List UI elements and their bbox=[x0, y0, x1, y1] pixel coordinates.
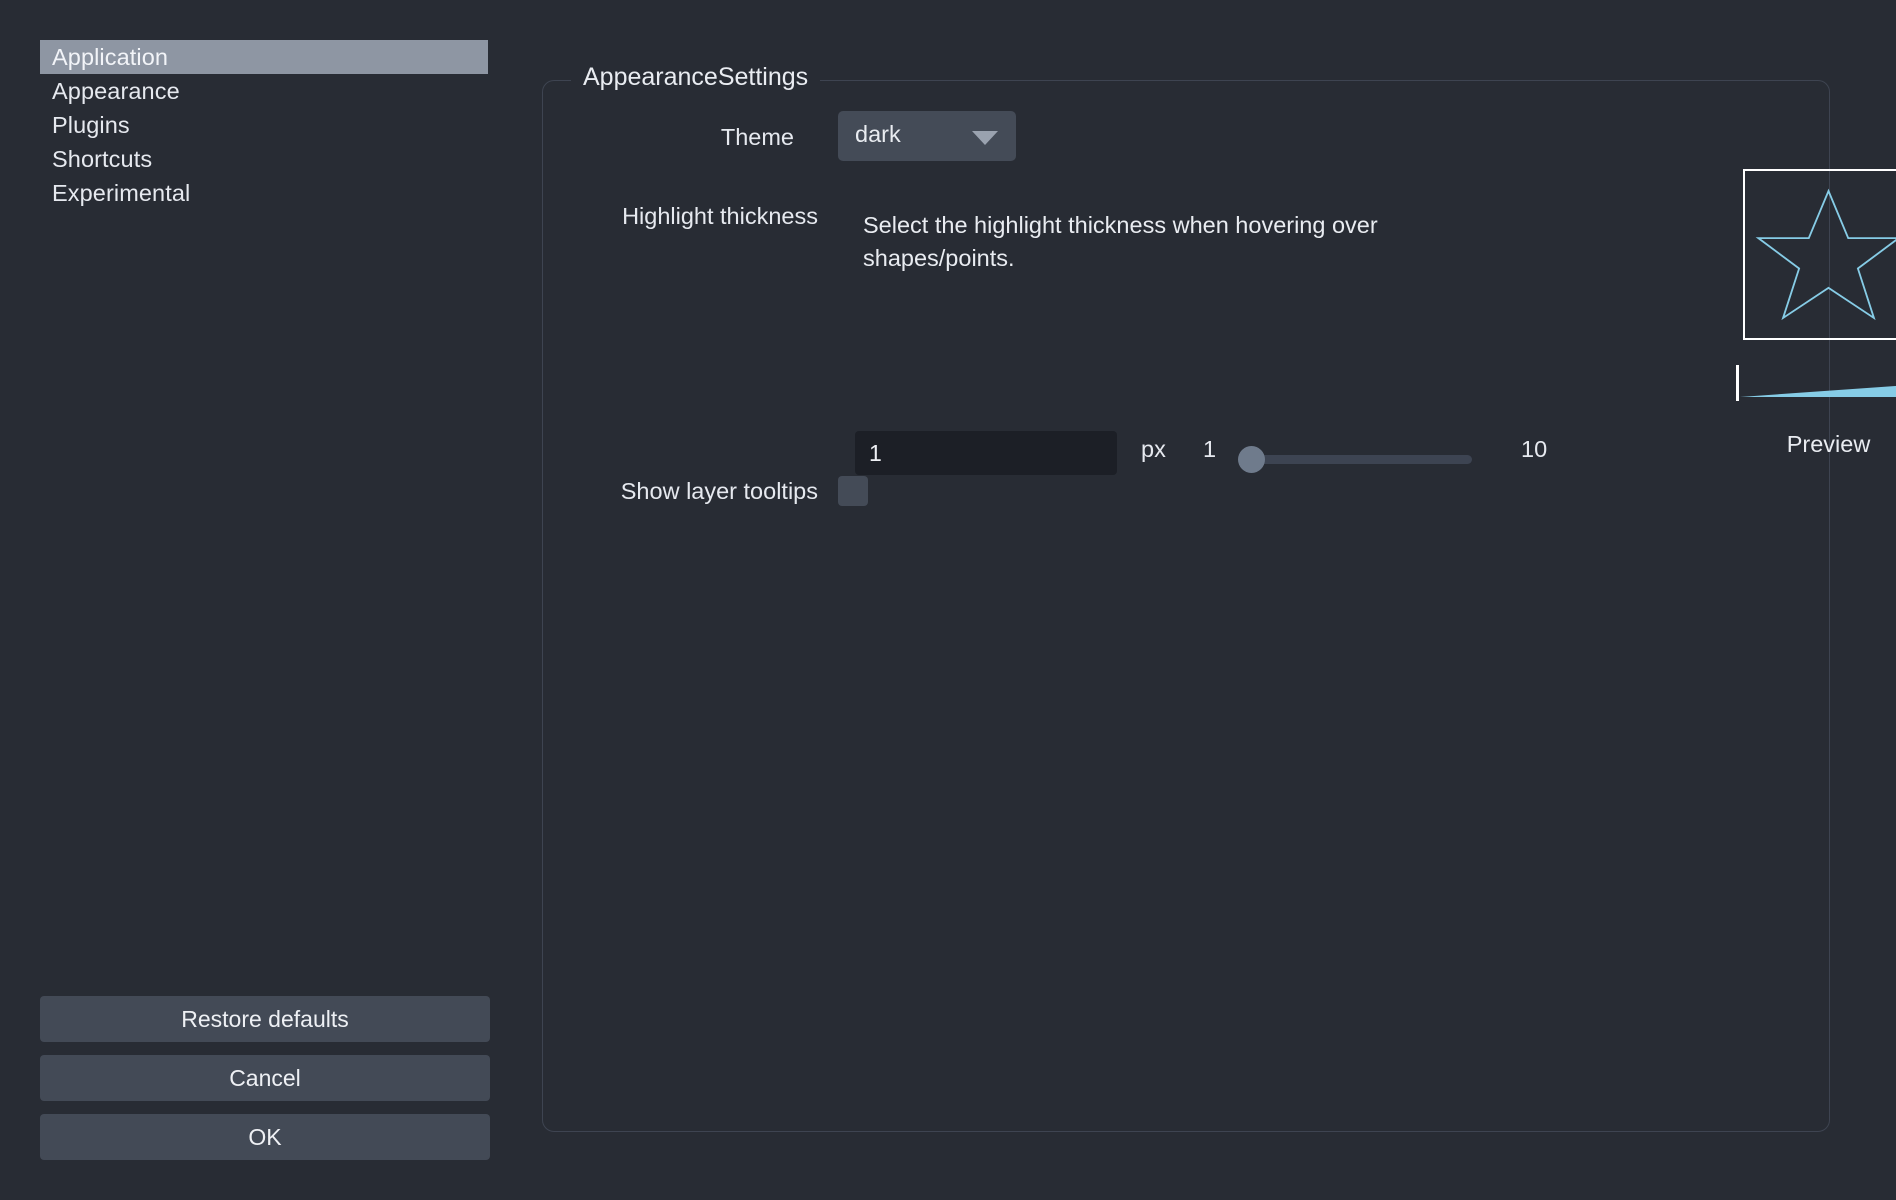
ok-button[interactable]: OK bbox=[40, 1114, 490, 1160]
theme-row: Theme dark bbox=[543, 111, 1829, 161]
show-layer-tooltips-checkbox[interactable] bbox=[838, 476, 868, 506]
wedge-start-tick bbox=[1736, 365, 1739, 401]
restore-defaults-button[interactable]: Restore defaults bbox=[40, 996, 490, 1042]
chevron-down-icon bbox=[972, 131, 998, 145]
theme-label: Theme bbox=[720, 124, 794, 150]
sidebar-item-label: Application bbox=[52, 44, 169, 70]
dialog-button-stack: Restore defaults Cancel OK bbox=[40, 996, 490, 1160]
sidebar-item-appearance[interactable]: Appearance bbox=[40, 74, 488, 108]
group-title: AppearanceSettings bbox=[571, 63, 821, 92]
star-preview-box bbox=[1743, 169, 1896, 340]
thickness-wedge-preview bbox=[1736, 357, 1896, 417]
highlight-thickness-label: Highlight thickness bbox=[622, 203, 818, 229]
sidebar-item-label: Shortcuts bbox=[52, 146, 153, 172]
highlight-thickness-description: Select the highlight thickness when hove… bbox=[863, 212, 1378, 271]
sidebar: Application Appearance Plugins Shortcuts… bbox=[0, 0, 490, 1200]
sidebar-item-shortcuts[interactable]: Shortcuts bbox=[40, 142, 488, 176]
sidebar-item-plugins[interactable]: Plugins bbox=[40, 108, 488, 142]
highlight-thickness-slider[interactable] bbox=[1238, 446, 1486, 473]
appearance-settings-group: AppearanceSettings Theme dark Highlight … bbox=[542, 63, 1896, 1132]
sidebar-item-application[interactable]: Application bbox=[40, 40, 488, 74]
slider-min-label: 1 bbox=[1203, 436, 1217, 462]
cancel-button[interactable]: Cancel bbox=[40, 1055, 490, 1101]
sidebar-item-experimental[interactable]: Experimental bbox=[40, 176, 488, 210]
slider-groove bbox=[1252, 455, 1472, 464]
theme-dropdown[interactable]: dark bbox=[838, 111, 1016, 161]
preview-label: Preview bbox=[1786, 431, 1871, 457]
slider-handle[interactable] bbox=[1238, 446, 1265, 473]
show-layer-tooltips-label: Show layer tooltips bbox=[620, 478, 818, 504]
sidebar-item-label: Plugins bbox=[52, 112, 130, 138]
thickness-unit-label: px bbox=[1141, 436, 1166, 462]
settings-panel: AppearanceSettings Theme dark Highlight … bbox=[490, 0, 1896, 1200]
sidebar-item-label: Experimental bbox=[52, 180, 191, 206]
sidebar-item-label: Appearance bbox=[52, 78, 180, 104]
highlight-thickness-input[interactable] bbox=[855, 431, 1117, 475]
wedge-shape-icon bbox=[1740, 385, 1896, 397]
star-icon bbox=[1755, 188, 1896, 321]
settings-category-list: Application Appearance Plugins Shortcuts… bbox=[40, 40, 488, 210]
settings-dialog: Application Appearance Plugins Shortcuts… bbox=[0, 0, 1896, 1200]
theme-selected-value: dark bbox=[855, 121, 901, 147]
slider-max-label: 10 bbox=[1521, 436, 1548, 462]
